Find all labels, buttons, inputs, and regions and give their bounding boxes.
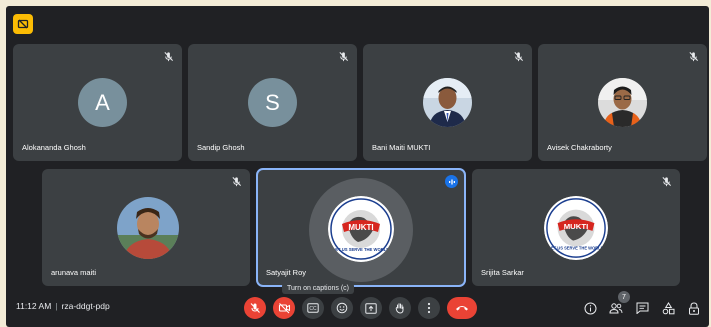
present-button[interactable] <box>360 297 382 319</box>
mukti-logo: MUKTI LET US SERVE THE WORLD <box>328 196 394 262</box>
participant-name: Srijita Sarkar <box>481 268 524 277</box>
participant-name: Sandip Ghosh <box>197 143 245 152</box>
svg-text:CC: CC <box>309 306 317 312</box>
logo-title: MUKTI <box>348 223 373 232</box>
present-screen-icon <box>365 302 377 314</box>
mic-off-icon <box>250 303 260 313</box>
videocam-off-icon <box>278 303 290 314</box>
participant-tile[interactable]: Bani Maiti MUKTI <box>363 44 532 161</box>
lock-person-icon <box>689 301 699 315</box>
presentation-badge-icon[interactable] <box>13 14 33 34</box>
meeting-controls-bar: 11:12 AM | rza-ddgt-pdp CC <box>6 287 709 327</box>
mic-off-icon <box>339 52 348 62</box>
raise-hand-button[interactable] <box>389 297 411 319</box>
participant-name: arunava maiti <box>51 268 97 277</box>
participant-tile[interactable]: Avisek Chakraborty <box>538 44 707 161</box>
activities-icon <box>662 301 674 314</box>
speaking-indicator-icon <box>445 175 458 188</box>
leave-call-button[interactable] <box>447 297 477 319</box>
participant-name: Bani Maiti MUKTI <box>372 143 431 152</box>
mic-off-icon <box>662 177 671 187</box>
people-icon <box>609 303 623 314</box>
logo-motto: LET US SERVE THE WORLD <box>549 245 604 250</box>
closed-caption-icon: CC <box>307 303 319 313</box>
mukti-logo: MUKTI LET US SERVE THE WORLD <box>544 196 608 260</box>
participant-tile-active-speaker[interactable]: MUKTI LET US SERVE THE WORLD Satyajit Ro… <box>256 168 466 287</box>
mic-off-icon <box>689 52 698 62</box>
participant-name: Satyajit Roy <box>266 268 307 277</box>
meeting-code: rza-ddgt-pdp <box>61 301 110 311</box>
mic-off-icon <box>232 177 241 187</box>
meet-window: A Alokananda Ghosh S Sandip Ghosh Bani M… <box>6 6 709 327</box>
avatar: A <box>78 78 127 127</box>
profile-photo <box>423 78 472 127</box>
host-controls-button[interactable] <box>686 300 702 316</box>
avatar-initial: S <box>265 89 280 115</box>
hand-icon <box>395 303 404 314</box>
chat-icon <box>636 302 648 314</box>
activities-button[interactable] <box>660 300 676 316</box>
captions-button[interactable]: CC <box>302 297 324 319</box>
participant-name: Alokananda Ghosh <box>22 143 86 152</box>
participant-tile[interactable]: MUKTI LET US SERVE THE WORLD Srijita Sar… <box>472 169 680 286</box>
logo-title: MUKTI <box>564 222 589 231</box>
emoji-button[interactable] <box>331 297 353 319</box>
chat-button[interactable] <box>634 300 650 316</box>
mic-off-icon <box>164 52 173 62</box>
info-icon <box>584 302 596 314</box>
meeting-details-button[interactable] <box>582 300 598 316</box>
meeting-info-separator: | <box>55 301 58 311</box>
meeting-time: 11:12 AM <box>16 301 52 311</box>
mic-off-button[interactable] <box>244 297 266 319</box>
profile-photo <box>117 197 179 259</box>
more-vert-icon <box>427 302 431 314</box>
participant-tile[interactable]: S Sandip Ghosh <box>188 44 357 161</box>
participant-tile[interactable]: arunava maiti <box>42 169 250 286</box>
profile-photo <box>598 78 647 127</box>
mic-off-icon <box>514 52 523 62</box>
participant-tile[interactable]: A Alokananda Ghosh <box>13 44 182 161</box>
more-options-button[interactable] <box>418 297 440 319</box>
participant-name: Avisek Chakraborty <box>547 143 612 152</box>
emoji-icon <box>336 302 348 314</box>
avatar-initial: A <box>95 89 110 115</box>
meeting-info: 11:12 AM | rza-ddgt-pdp <box>16 301 110 311</box>
call-end-icon <box>456 306 468 311</box>
participant-count-badge: 7 <box>618 291 630 303</box>
avatar: S <box>248 78 297 127</box>
camera-off-button[interactable] <box>273 297 295 319</box>
logo-motto: LET US SERVE THE WORLD <box>333 247 390 252</box>
